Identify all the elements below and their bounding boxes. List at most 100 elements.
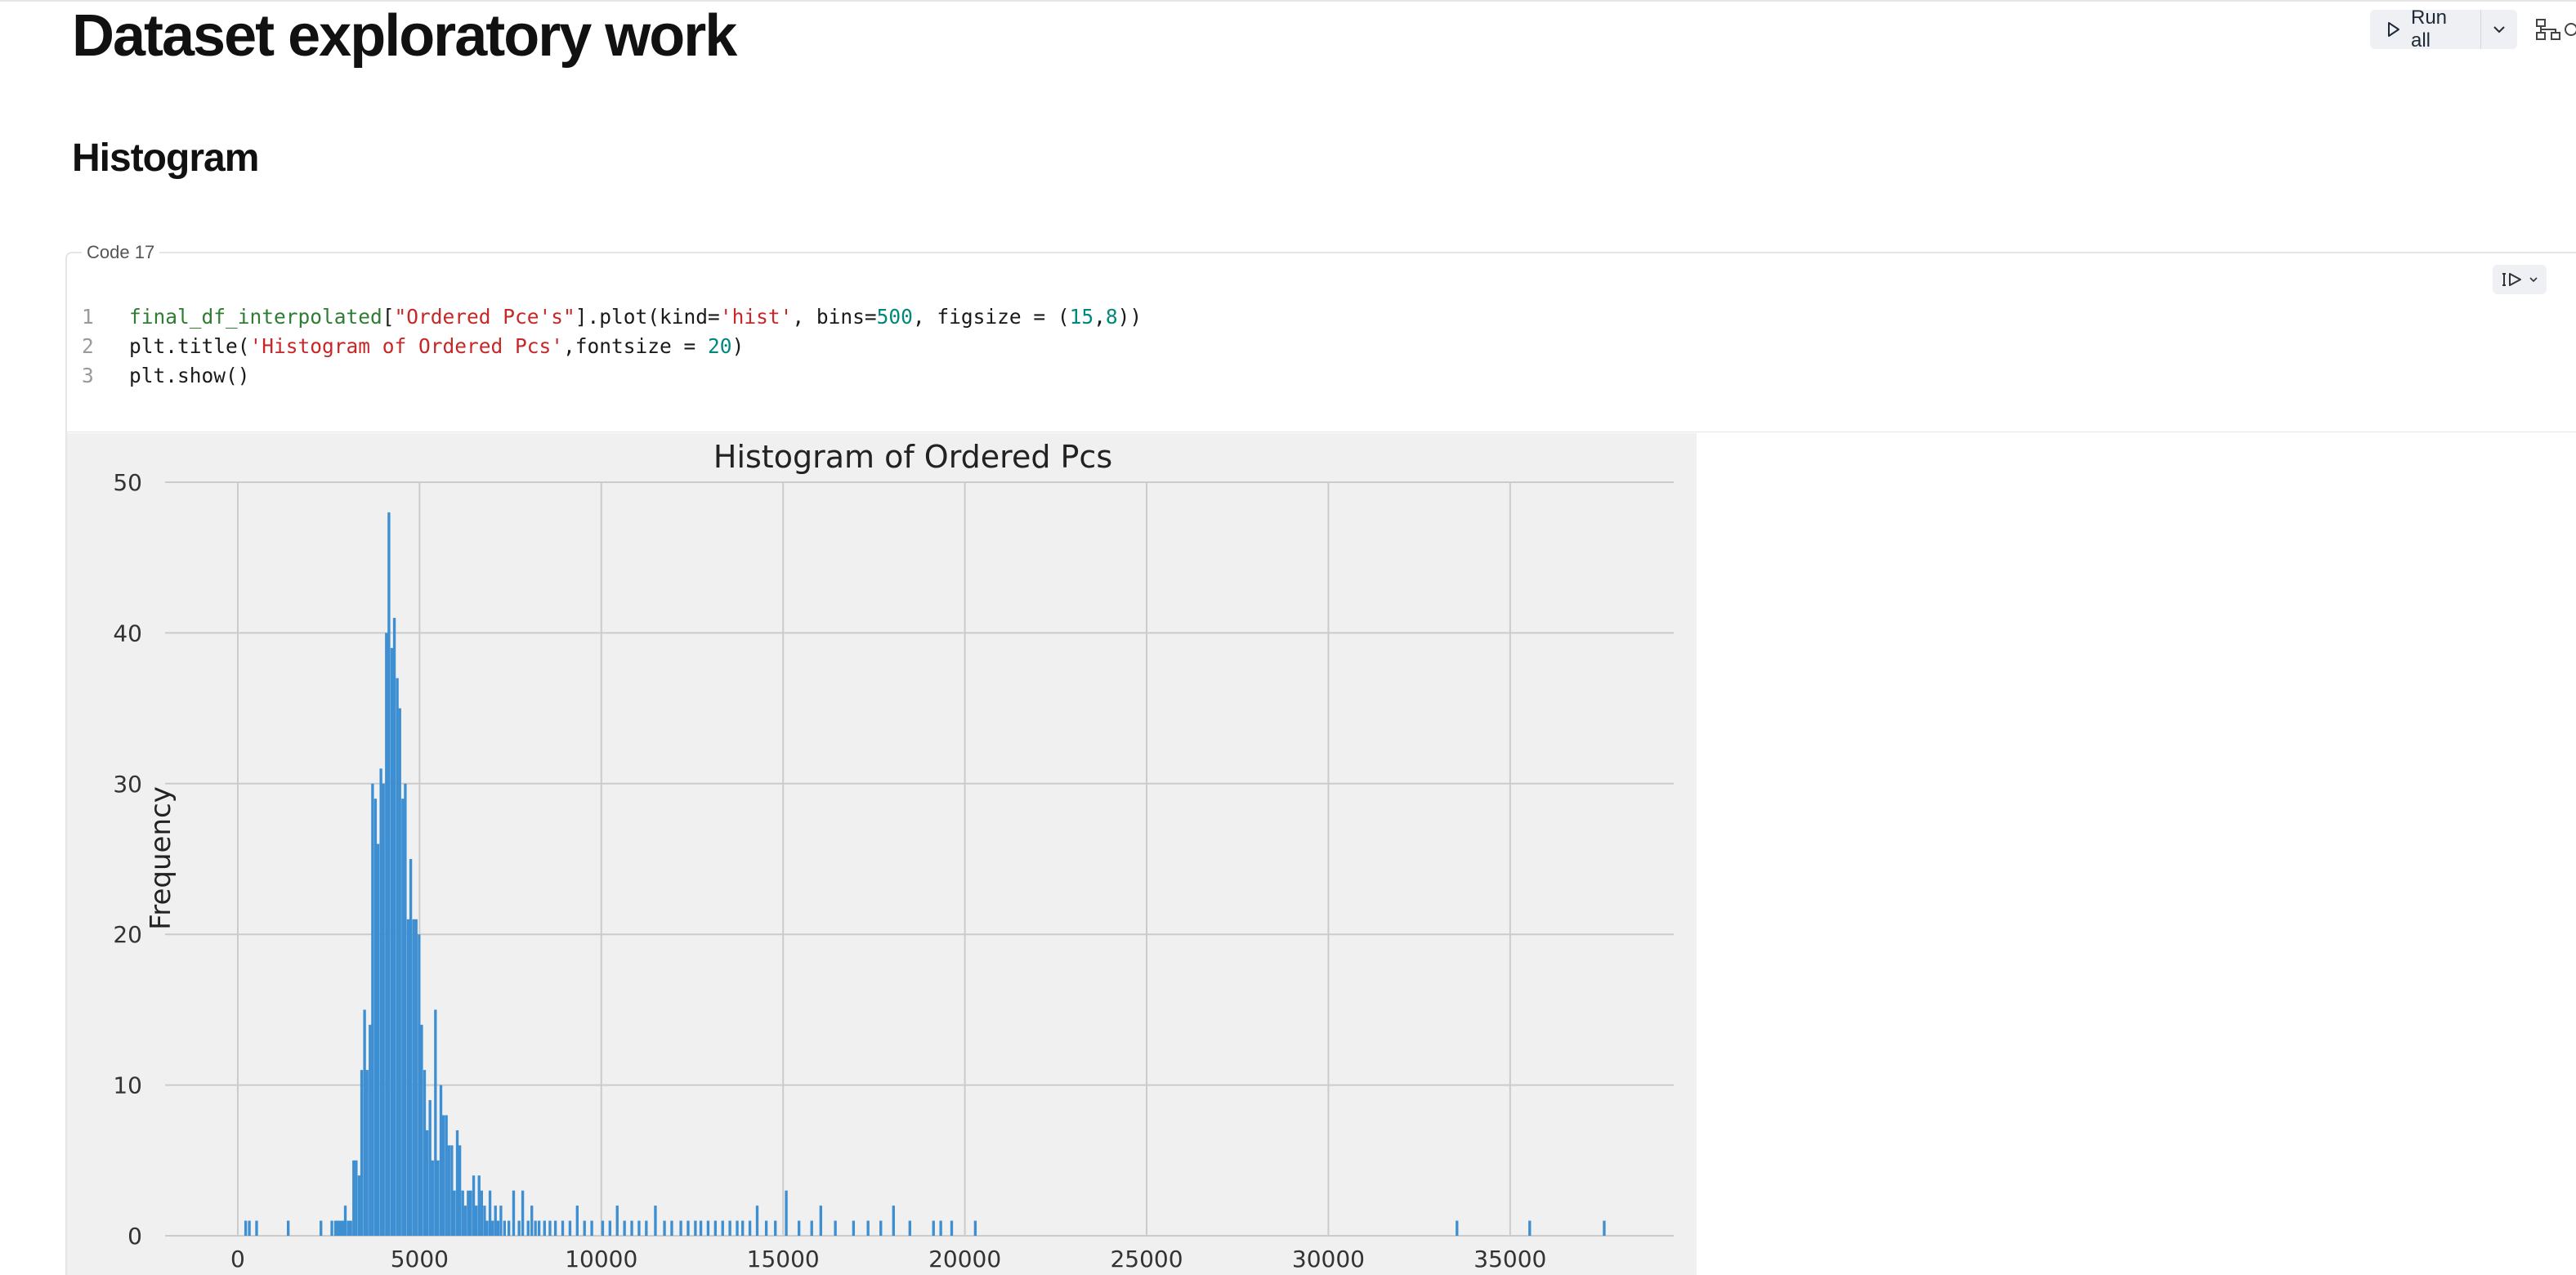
run-cell-button[interactable] [2493, 265, 2547, 294]
histogram-bar [390, 647, 394, 1236]
histogram-bar [852, 1220, 856, 1236]
histogram-bar [414, 919, 418, 1236]
section-heading: Histogram [72, 136, 259, 180]
histogram-bar [461, 1190, 464, 1236]
histogram-bar [1603, 1220, 1606, 1236]
histogram-bar [406, 919, 410, 1236]
histogram-bar [467, 1190, 470, 1236]
histogram-bar [445, 1115, 448, 1236]
histogram-bar [601, 1220, 605, 1236]
histogram-bar [401, 799, 405, 1236]
y-tick-label: 20 [113, 921, 142, 948]
histogram-bar [425, 1130, 429, 1236]
code-token: 500 [876, 305, 913, 329]
x-tick-label: 10000 [565, 1246, 637, 1273]
histogram-bar [409, 859, 413, 1236]
histogram-bar [548, 1220, 552, 1236]
code-token: [ [382, 305, 395, 329]
code-line: 3 plt.show() [82, 361, 1142, 391]
histogram-bar [679, 1220, 682, 1236]
histogram-bar [472, 1175, 476, 1236]
histogram-bar [537, 1220, 541, 1236]
histogram-bar [338, 1220, 342, 1236]
code-editor[interactable]: 1 final_df_interpolated["Ordered Pce's"].… [82, 302, 1142, 391]
histogram-bar [512, 1190, 516, 1236]
code-token: ) [731, 334, 745, 358]
histogram-bar [352, 1160, 356, 1236]
histogram-bar [686, 1220, 690, 1236]
histogram-chart: 0 5000 10000 15000 20000 25000 30000 35000 0 10 20… [67, 433, 1697, 1275]
histogram-bar [517, 1220, 521, 1236]
histogram-bar [494, 1206, 497, 1236]
code-token: 20 [708, 334, 732, 358]
line-number: 2 [82, 334, 94, 358]
histogram-bar [349, 1220, 352, 1236]
notebook-toolbar: Run all [2370, 7, 2576, 51]
histogram-bar [485, 1220, 489, 1236]
histogram-bar [376, 843, 380, 1236]
histogram-bar [645, 1220, 648, 1236]
histogram-bar [699, 1220, 703, 1236]
chevron-down-icon [2492, 25, 2507, 34]
histogram-bar [412, 919, 415, 1236]
histogram-bar [320, 1220, 323, 1236]
code-line: 1 final_df_interpolated["Ordered Pce's"].… [82, 302, 1142, 332]
histogram-bar [382, 783, 385, 1236]
plot-background [67, 433, 1697, 1275]
x-tick-label: 20000 [928, 1246, 1001, 1273]
run-all-dropdown-button[interactable] [2481, 10, 2517, 49]
histogram-bar [706, 1220, 710, 1236]
histogram-bar [357, 1175, 361, 1236]
histogram-bar [534, 1220, 537, 1236]
histogram-bar [469, 1190, 472, 1236]
histogram-bar [736, 1220, 739, 1236]
histogram-bar [333, 1220, 338, 1236]
run-all-button[interactable]: Run all [2370, 7, 2482, 51]
histogram-bar [373, 799, 378, 1236]
histogram-bar [694, 1220, 697, 1236]
x-tick-label: 0 [230, 1246, 245, 1273]
run-all-control: Run all [2370, 7, 2517, 51]
histogram-bar [950, 1220, 954, 1236]
run-cell-icon [2501, 271, 2525, 289]
histogram-bar [396, 678, 399, 1236]
code-token: plt.title( [129, 334, 250, 358]
dependency-graph-icon[interactable] [2534, 16, 2576, 42]
code-token: )) [1117, 305, 1143, 329]
histogram-bar [248, 1220, 251, 1236]
chevron-down-icon [2529, 275, 2538, 284]
histogram-bar [590, 1220, 593, 1236]
histogram-bar [363, 1009, 366, 1236]
histogram-bar [365, 1070, 369, 1236]
histogram-bar [431, 1160, 434, 1236]
histogram-bar [287, 1220, 290, 1236]
histogram-bar [420, 1024, 423, 1236]
code-token: ,fontsize = [563, 334, 709, 358]
histogram-bar [450, 1145, 454, 1236]
histogram-bar [441, 1115, 445, 1236]
histogram-bar [748, 1220, 752, 1236]
x-tick-label: 35000 [1474, 1246, 1546, 1273]
histogram-bar [973, 1220, 977, 1236]
histogram-bar [255, 1220, 258, 1236]
histogram-bar [453, 1190, 456, 1236]
histogram-bar [371, 783, 374, 1236]
histogram-bar [834, 1220, 837, 1236]
y-tick-label: 40 [113, 620, 142, 646]
x-tick-label: 25000 [1110, 1246, 1183, 1273]
code-token: ].plot(kind= [575, 305, 720, 329]
histogram-bar [663, 1220, 666, 1236]
page-title: Dataset exploratory work [72, 3, 737, 69]
y-tick-label: 10 [113, 1072, 142, 1099]
histogram-bar [721, 1220, 724, 1236]
histogram-bar [819, 1206, 823, 1236]
histogram-bar [418, 934, 421, 1236]
run-all-label: Run all [2411, 7, 2448, 51]
histogram-bar [508, 1220, 511, 1236]
play-icon [2386, 21, 2401, 38]
histogram-bar [568, 1220, 572, 1236]
code-token: 8 [1105, 305, 1118, 329]
code-token: plt.show() [129, 364, 250, 387]
histogram-bar [369, 1024, 372, 1236]
histogram-bar [810, 1220, 813, 1236]
